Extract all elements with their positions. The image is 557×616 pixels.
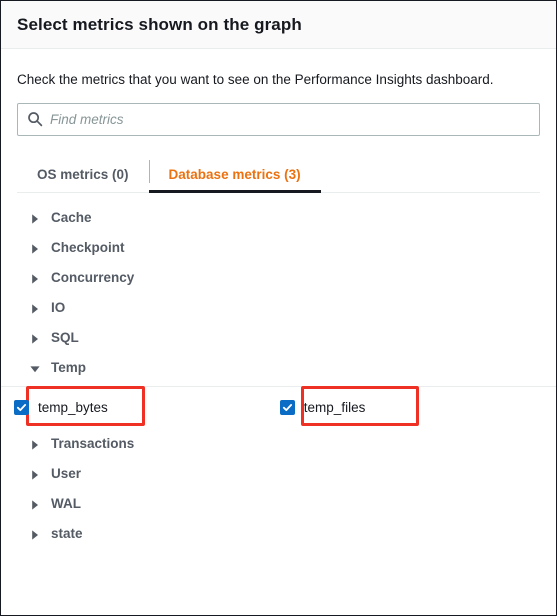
tree-group-label: Concurrency [51, 270, 135, 286]
tree-group-io[interactable]: IO [17, 293, 540, 323]
tree-group-sql[interactable]: SQL [17, 323, 540, 353]
tree-group-label: Cache [51, 210, 92, 226]
search-icon [27, 111, 43, 127]
caret-right-icon [29, 242, 41, 254]
tree-group-cache[interactable]: Cache [17, 203, 540, 233]
metric-label: temp_files [303, 400, 366, 416]
dialog-header: Select metrics shown on the graph [1, 1, 556, 49]
caret-right-icon [29, 332, 41, 344]
tree-group-label: Temp [51, 360, 87, 376]
tab-database-metrics[interactable]: Database metrics (3) [148, 157, 321, 193]
tree-group-label: Checkpoint [51, 240, 125, 256]
caret-right-icon [29, 272, 41, 284]
dialog-body: Check the metrics that you want to see o… [1, 71, 556, 549]
tree-group-user[interactable]: User [17, 459, 540, 489]
caret-down-icon [29, 362, 41, 374]
caret-right-icon [29, 212, 41, 224]
tree-group-label: state [51, 526, 83, 542]
instruction-text: Check the metrics that you want to see o… [17, 72, 494, 87]
metric-label: temp_bytes [38, 400, 108, 416]
caret-right-icon [29, 498, 41, 510]
caret-right-icon [29, 468, 41, 480]
caret-right-icon [29, 438, 41, 450]
tree-group-wal[interactable]: WAL [17, 489, 540, 519]
tree-group-transactions[interactable]: Transactions [17, 429, 540, 459]
tree-group-label: User [51, 466, 82, 482]
caret-right-icon [29, 528, 41, 540]
metrics-tabs: OS metrics (0) Database metrics (3) [17, 157, 540, 193]
tab-os-metrics[interactable]: OS metrics (0) [17, 157, 149, 192]
dialog-title: Select metrics shown on the graph [17, 14, 302, 34]
tree-group-concurrency[interactable]: Concurrency [17, 263, 540, 293]
group-divider [1, 385, 556, 387]
tree-group-temp[interactable]: Temp [17, 353, 540, 383]
metric-item-temp-bytes[interactable]: temp_bytes [14, 400, 108, 416]
metric-item-temp-files[interactable]: temp_files [279, 400, 366, 416]
checkbox-checked-icon[interactable] [14, 400, 29, 416]
checkbox-checked-icon[interactable] [279, 400, 295, 416]
tree-group-label: IO [51, 300, 66, 316]
find-metrics-search[interactable] [17, 102, 540, 136]
tree-group-label: Transactions [51, 436, 135, 452]
metric-row: temp_bytes temp_files [14, 385, 540, 426]
tree-group-label: SQL [51, 330, 79, 346]
select-metrics-dialog: Select metrics shown on the graph Check … [0, 0, 557, 616]
metrics-tree: Cache Checkpoint Concurrency IO SQL Temp… [1, 193, 556, 549]
tree-group-label: WAL [51, 496, 81, 512]
search-input[interactable] [50, 103, 539, 135]
tree-group-state[interactable]: state [17, 519, 540, 549]
caret-right-icon [29, 302, 41, 314]
tree-group-checkpoint[interactable]: Checkpoint [17, 233, 540, 263]
